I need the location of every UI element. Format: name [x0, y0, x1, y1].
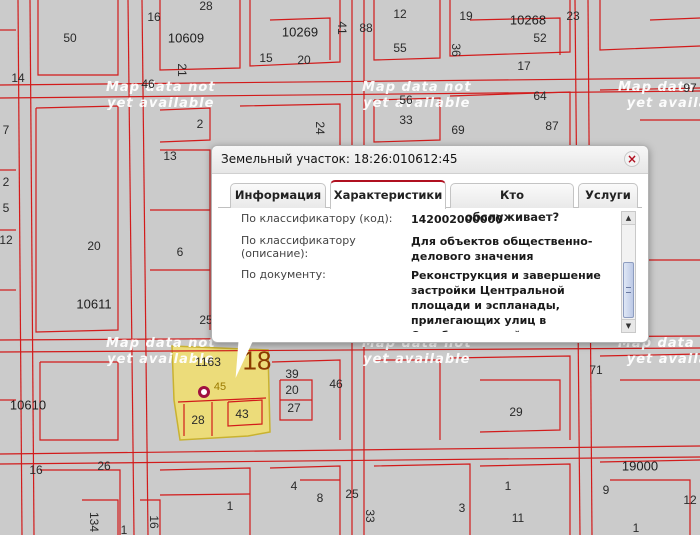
scroll-up-icon[interactable]: ▲: [622, 212, 635, 225]
parcel-label: 5: [2, 201, 10, 215]
block-label: 19000: [621, 458, 659, 474]
grip-icon: [626, 287, 631, 293]
parcel-label: 1163: [195, 355, 221, 369]
parcel-label: 7: [2, 123, 10, 137]
parcel-label: 69: [451, 123, 465, 137]
parcel-label: 12: [683, 493, 697, 507]
parcel-label: 4: [290, 479, 298, 493]
parcel-label: 6: [176, 245, 184, 259]
parcel-label: 28: [199, 0, 213, 13]
parcel-label: 20: [285, 383, 299, 397]
parcel-label: 55: [393, 41, 407, 55]
attribute-value: 142002000000: [411, 213, 503, 226]
popup-title: Земельный участок: 18:26:010612:45: [221, 152, 458, 166]
selected-parcel-label: 45: [213, 381, 227, 393]
block-label: 10268: [509, 12, 547, 28]
parcel-label: 19: [459, 9, 473, 23]
parcel-label: 16: [29, 463, 43, 477]
block-label: 10611: [76, 296, 112, 312]
parcel-label: 11: [511, 511, 525, 525]
parcel-label: 24: [313, 121, 327, 135]
parcel-label: 1: [504, 479, 512, 493]
parcel-label: 20: [297, 53, 311, 67]
tab-information[interactable]: Информация: [230, 183, 326, 208]
parcel-info-popup: Земельный участок: 18:26:010612:45 × Инф…: [211, 145, 649, 378]
parcel-label: 14: [11, 71, 25, 85]
popup-tabs: Информация Характеристики Кто обслуживае…: [218, 180, 642, 224]
parcel-label: 43: [235, 407, 249, 421]
parcel-label: 3: [458, 501, 466, 515]
parcel-label: 134: [87, 511, 101, 533]
tab-who-serves[interactable]: Кто обслуживает?: [450, 183, 574, 224]
parcel-label: 15: [259, 51, 273, 65]
parcel-label: 20: [87, 239, 101, 253]
block-label: 10609: [167, 30, 205, 46]
parcel-label: 64: [533, 89, 547, 103]
location-pin-icon[interactable]: [198, 386, 210, 398]
popup-header: Земельный участок: 18:26:010612:45 ×: [212, 146, 648, 174]
scroll-down-icon[interactable]: ▼: [622, 319, 635, 332]
parcel-label: 56: [399, 93, 413, 107]
parcel-label: 27: [287, 401, 301, 415]
scroll-thumb[interactable]: [623, 262, 634, 318]
parcel-label: 2: [196, 117, 204, 131]
parcel-label: 41: [335, 21, 349, 35]
characteristics-content: По классификатору (код): 142002000000 По…: [219, 210, 627, 332]
attribute-value: Реконструкция и завершение застройки Цен…: [411, 269, 601, 332]
parcel-label: 26: [97, 459, 111, 473]
parcel-label: 23: [566, 9, 580, 23]
parcel-label: 2: [2, 175, 10, 189]
close-icon[interactable]: ×: [624, 151, 640, 167]
map-watermark: Map data not yet available: [362, 80, 472, 111]
parcel-label: 1: [632, 521, 640, 535]
parcel-label: 33: [363, 509, 377, 523]
parcel-label: 25: [345, 487, 359, 501]
block-label: 10610: [9, 397, 47, 413]
parcel-label: 36: [449, 43, 463, 57]
attribute-key: По документу:: [241, 268, 326, 281]
parcel-label: 52: [533, 31, 547, 45]
attribute-key: По классификатору (описание):: [241, 234, 356, 260]
parcel-label: 13: [163, 149, 177, 163]
parcel-label: 33: [399, 113, 413, 127]
parcel-label: 1: [226, 499, 234, 513]
parcel-label: 12: [393, 7, 407, 21]
parcel-label: 88: [359, 21, 373, 35]
parcel-label: 29: [509, 405, 523, 419]
attribute-value: Для объектов общественно-делового значен…: [411, 235, 593, 263]
parcel-label: 46: [329, 377, 343, 391]
parcel-label: 50: [63, 31, 77, 45]
popup-scrollbar[interactable]: ▲ ▼: [621, 211, 636, 333]
tab-services[interactable]: Услуги: [578, 183, 638, 208]
parcel-label: 21: [175, 63, 189, 77]
parcel-label: 8: [316, 491, 324, 505]
parcel-label: 1: [120, 523, 128, 535]
tab-characteristics[interactable]: Характеристики: [330, 180, 446, 209]
parcel-label: 12: [0, 233, 13, 247]
parcel-label: 17: [517, 59, 531, 73]
parcel-label: 87: [545, 119, 559, 133]
parcel-label: 71: [589, 363, 603, 377]
parcel-label: 28: [191, 413, 205, 427]
parcel-label: 46: [141, 77, 155, 91]
parcel-label: 16: [147, 515, 161, 529]
attribute-key: По классификатору (код):: [241, 212, 393, 225]
parcel-label: 16: [147, 10, 161, 24]
parcel-label: 39: [285, 367, 299, 381]
map-watermark: Map data not yet available: [106, 80, 216, 111]
parcel-label: 9: [602, 483, 610, 497]
block-label: 10269: [281, 24, 319, 40]
parcel-label: 97: [683, 81, 697, 95]
